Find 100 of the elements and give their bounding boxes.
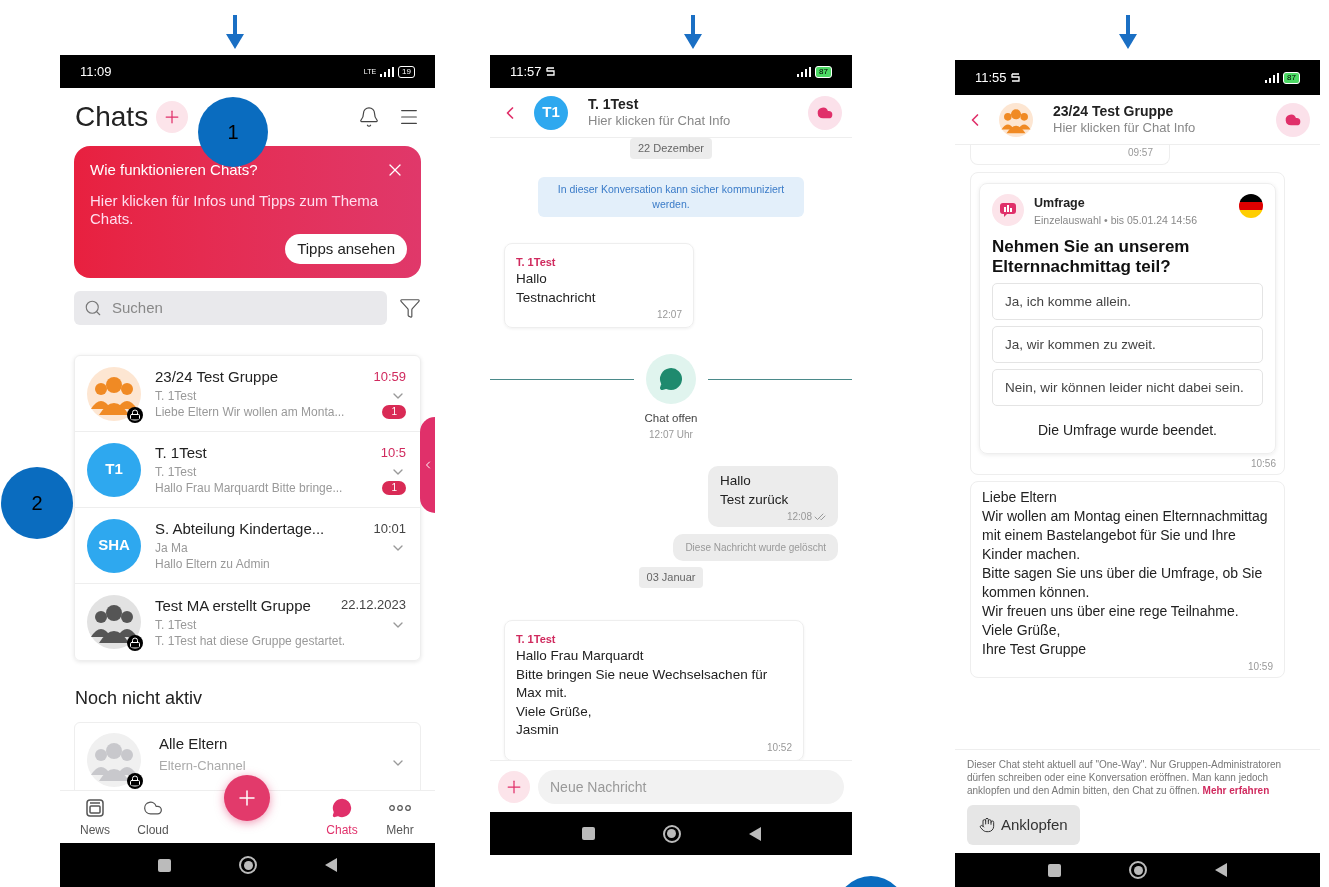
unread-badge: 1	[382, 481, 406, 496]
recents-icon[interactable]	[1048, 863, 1061, 877]
chat-name: T. 1Test	[155, 443, 207, 462]
chat-sender: T. 1Test	[155, 616, 197, 633]
date-pill: 03 Januar	[638, 567, 704, 588]
home-icon[interactable]	[239, 856, 257, 874]
down-arrow-icon	[1118, 15, 1138, 49]
banner-text: Hier klicken für Infos und Tipps zum Thema Chats.	[90, 191, 380, 228]
message-input[interactable]: Neue Nachricht	[538, 769, 844, 804]
german-flag-icon[interactable]	[1239, 194, 1263, 218]
chat-preview: Hallo Eltern zu Admin	[155, 556, 270, 573]
chat-subtitle: Eltern-Channel	[159, 757, 247, 775]
chat-title[interactable]: T. 1Test	[588, 96, 808, 113]
lock-icon	[127, 635, 143, 651]
home-icon[interactable]	[1129, 861, 1147, 879]
message-time: 12:07	[656, 308, 682, 322]
chat-info-link[interactable]: Hier klicken für Chat Info	[588, 113, 808, 129]
chat-info-link[interactable]: Hier klicken für Chat Info	[1053, 120, 1276, 136]
date-pill: 22 Dezember	[629, 138, 712, 159]
message-time: 10:56	[1250, 456, 1276, 471]
avatar: SHA	[87, 518, 141, 573]
compose-fab[interactable]	[224, 775, 270, 821]
chat-sender: T. 1Test	[155, 388, 197, 405]
poll-meta: Einzelauswahl • bis 05.01.24 14:56	[1034, 212, 1199, 228]
poll-option[interactable]: Ja, wir kommen zu zweit.	[992, 325, 1263, 363]
signal-icon	[797, 66, 812, 77]
down-arrow-icon	[683, 15, 703, 49]
page-title: Chats	[75, 100, 149, 134]
message-time: 10:52	[766, 740, 792, 755]
poll-option[interactable]: Ja, ich komme allein.	[992, 282, 1263, 320]
chat-sender: Ja Ma	[155, 540, 188, 557]
tips-banner[interactable]: Wie funktionieren Chats? Hier klicken für Infos und Tipps zum Thema Chats. Tipps ansehen	[74, 146, 421, 278]
notification-bell-icon[interactable]	[358, 106, 380, 128]
filter-icon[interactable]	[399, 297, 421, 319]
cloud-button[interactable]	[1276, 102, 1310, 137]
poll-icon	[992, 194, 1024, 226]
sender-name: T. 1Test	[516, 254, 557, 270]
back-icon[interactable]	[325, 858, 337, 872]
tips-button[interactable]: Tipps ansehen	[285, 233, 407, 264]
poll-question: Nehmen Sie an unserem Elternnachmittag teil?	[992, 236, 1191, 277]
chat-name: Alle Eltern	[159, 734, 229, 754]
chat-row[interactable]: SHA S. Abteilung Kindertage... 10:01 Ja Ma Hallo Eltern zu Admin	[75, 508, 420, 584]
cloud-button[interactable]	[808, 95, 842, 130]
group-avatar-drawing	[999, 102, 1033, 137]
attach-button[interactable]	[498, 770, 530, 803]
chat-preview: Hallo Frau Marquardt Bitte bringe...	[155, 480, 343, 497]
poll-result: Die Umfrage wurde beendet.	[1037, 420, 1218, 440]
chat-preview: T. 1Test hat diese Gruppe gestartet.	[155, 632, 346, 649]
nav-tab[interactable]: Chats	[313, 798, 371, 839]
battery-indicator: 19	[398, 65, 415, 78]
recents-icon[interactable]	[581, 827, 595, 840]
back-icon[interactable]	[748, 826, 761, 841]
chat-time: 10:01	[373, 519, 406, 538]
chat-title[interactable]: 23/24 Test Gruppe	[1053, 103, 1276, 120]
chat-name: 23/24 Test Gruppe	[155, 367, 279, 386]
more-icon	[389, 805, 411, 811]
status-time: 11:09	[80, 62, 112, 81]
chat-time: 22.12.2023	[340, 596, 406, 615]
avatar: T1	[534, 95, 568, 130]
battery-indicator: 87	[815, 65, 832, 78]
recents-icon[interactable]	[158, 858, 171, 872]
hand-icon	[979, 817, 995, 833]
message-text: Hallo Frau Marquardt Bitte bringen Sie neue Wechselsachen für Max mit. Viele Grüße, Jasmin	[516, 647, 769, 740]
search-icon	[84, 299, 102, 317]
chat-sender: T. 1Test	[155, 464, 197, 481]
nav-tab[interactable]: Mehr	[371, 798, 429, 839]
chat-preview: Liebe Eltern Wir wollen am Monta...	[155, 404, 345, 421]
chat-row[interactable]: Test MA erstellt Gruppe 22.12.2023 T. 1Test T. 1Test hat diese Gruppe gestartet.	[75, 584, 420, 660]
nav-tab[interactable]: Cloud	[124, 798, 182, 839]
knock-button[interactable]: Anklopfen	[967, 805, 1080, 845]
signal-icon	[1265, 72, 1280, 83]
search-input[interactable]: Suchen	[112, 296, 312, 320]
news-icon	[85, 798, 105, 818]
chat-name: S. Abteilung Kindertage...	[155, 519, 325, 538]
status-time: 11:57	[510, 62, 542, 81]
event-label: Chat offen	[644, 411, 698, 426]
one-way-notice: Dieser Chat steht aktuell auf "One-Way". Nur Gruppen-Administratoren dürfen schreiben oder eine Konversation eröffnen. Man kann jedoch anklopfen und den Admin bitten, den Chat zu öffnen. Mehr erfahren	[967, 758, 1283, 797]
back-icon[interactable]	[1215, 863, 1227, 877]
home-icon[interactable]	[662, 824, 681, 843]
avatar: T1	[87, 442, 141, 497]
signal-icon	[380, 66, 395, 77]
add-chat-button[interactable]	[156, 101, 189, 133]
chat-row[interactable]: 23/24 Test Gruppe 10:59 T. 1Test Liebe Eltern Wir wollen am Monta... 1	[75, 356, 420, 432]
section-title: Noch nicht aktiv	[74, 687, 204, 710]
chat-row[interactable]: T1 T. 1Test 10:5 T. 1Test Hallo Frau Marquardt Bitte bringe... 1	[75, 432, 420, 508]
message-text: Liebe Eltern Wir wollen am Montag einen Elternnachmittag mit einem Bastelangebot für Sie und Ihre Kinder machen. Bitte sagen Sie uns über die Umfrage, ob Sie kommen können. Wir freuen uns über eine rege Teilnahme. Viele Grüße, Ihre Test Gruppe	[982, 487, 1269, 659]
poll-option[interactable]: Nein, wir können leider nicht dabei sein.	[992, 368, 1263, 406]
message-time: 09:57	[1127, 146, 1153, 160]
side-drawer-tab[interactable]	[420, 417, 435, 513]
search-field[interactable]: Suchen	[74, 291, 387, 325]
learn-more-link[interactable]: Mehr erfahren	[1202, 785, 1270, 796]
security-info: In dieser Konversation kann sicher kommuniziert werden.	[538, 176, 804, 217]
unread-badge: 1	[382, 405, 406, 420]
status-time: 11:55	[975, 68, 1007, 87]
chat-time: 10:5	[380, 443, 406, 462]
nav-tab[interactable]: News	[66, 798, 124, 839]
message-time: 10:59	[1247, 659, 1273, 674]
lock-icon	[127, 773, 143, 789]
deleted-message: Diese Nachricht wurde gelöscht	[673, 534, 838, 562]
event-time: 12:07 Uhr	[649, 428, 693, 443]
